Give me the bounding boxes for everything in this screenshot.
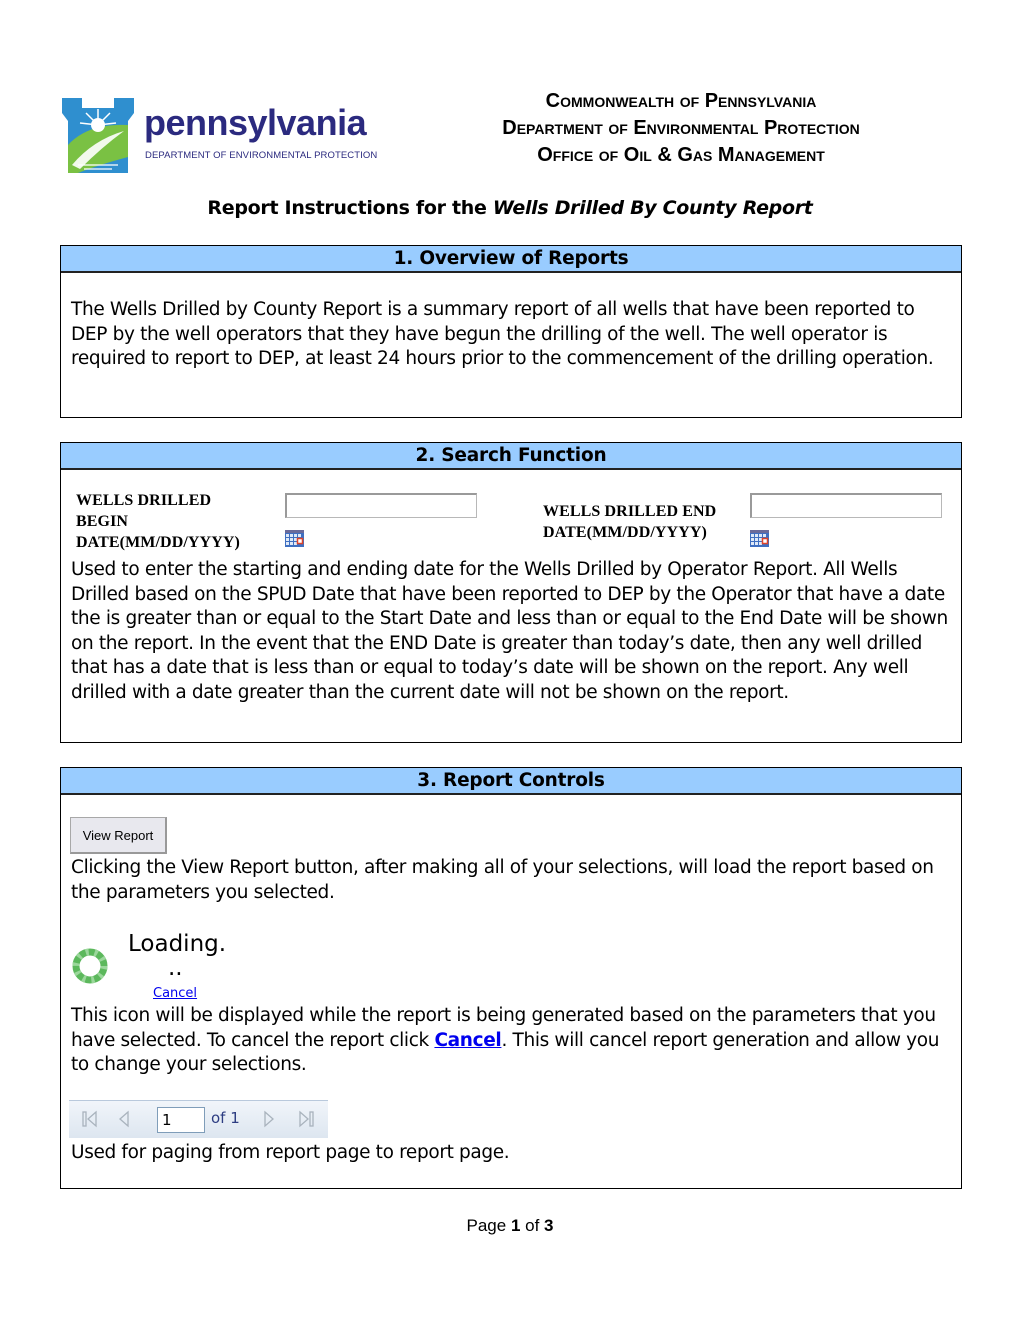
view-report-button[interactable]: View Report [70, 817, 167, 854]
section-heading: 2. Search Function [61, 443, 961, 470]
calendar-icon[interactable] [750, 530, 769, 547]
pa-dep-logo: pennsylvania DEPARTMENT OF ENVIRONMENTAL… [58, 95, 388, 175]
end-date-input[interactable] [750, 493, 942, 518]
date-fields-row: WELLS DRILLED BEGIN DATE(MM/DD/YYYY) WEL… [61, 470, 961, 556]
previous-page-icon[interactable] [117, 1109, 131, 1129]
agency-header: Commonwealth of Pennsylvania Department … [440, 88, 922, 169]
header-line-2: Department of Environmental Protection [502, 117, 860, 139]
section-search-function: 2. Search Function WELLS DRILLED BEGIN D… [60, 442, 962, 743]
page-footer: Page 1 of 3 [0, 1216, 1020, 1236]
next-page-icon[interactable] [262, 1109, 276, 1129]
section-report-controls: 3. Report Controls View Report Clicking … [60, 767, 962, 1189]
footer-page-label: Page [466, 1216, 511, 1235]
begin-date-label: WELLS DRILLED BEGIN DATE(MM/DD/YYYY) [76, 492, 240, 551]
loading-description: This icon will be displayed while the re… [71, 1004, 951, 1078]
header-line-3: Office of Oil & Gas Management [537, 144, 825, 166]
page-count-label: of 1 [211, 1109, 240, 1127]
document-title: Report Instructions for the Wells Drille… [0, 197, 1020, 219]
calendar-icon[interactable] [285, 530, 304, 547]
section-heading: 3. Report Controls [61, 768, 961, 795]
loading-spinner-icon [72, 948, 108, 984]
section-overview: 1. Overview of Reports The Wells Drilled… [60, 245, 962, 418]
section-body: Used to enter the starting and ending da… [71, 559, 948, 703]
cancel-link[interactable]: Cancel [153, 986, 197, 1001]
begin-date-input[interactable] [285, 493, 477, 518]
header-line-1: Commonwealth of Pennsylvania [545, 90, 817, 112]
logo-wordmark: pennsylvania [144, 102, 367, 143]
footer-page-total: 3 [544, 1216, 554, 1235]
loading-dots: .. [168, 955, 183, 981]
page-number-input[interactable] [157, 1107, 205, 1133]
cancel-link-inline[interactable]: Cancel [434, 1030, 501, 1051]
section-body: The Wells Drilled by County Report is a … [71, 299, 934, 369]
keystone-emblem-icon [62, 98, 134, 173]
title-report-name: Wells Drilled By County Report [492, 197, 813, 219]
last-page-icon[interactable] [297, 1109, 315, 1129]
section-heading: 1. Overview of Reports [61, 246, 961, 273]
pager-description: Used for paging from report page to repo… [71, 1142, 510, 1163]
end-date-label: WELLS DRILLED END DATE(MM/DD/YYYY) [543, 503, 717, 541]
footer-of-label: of [520, 1216, 545, 1235]
logo-subtitle: DEPARTMENT OF ENVIRONMENTAL PROTECTION [145, 150, 378, 161]
first-page-icon[interactable] [81, 1109, 99, 1129]
title-prefix: Report Instructions for the [207, 197, 493, 219]
view-report-description: Clicking the View Report button, after m… [71, 857, 934, 903]
report-pager-toolbar: of 1 [69, 1100, 328, 1138]
footer-page-current: 1 [510, 1216, 521, 1235]
